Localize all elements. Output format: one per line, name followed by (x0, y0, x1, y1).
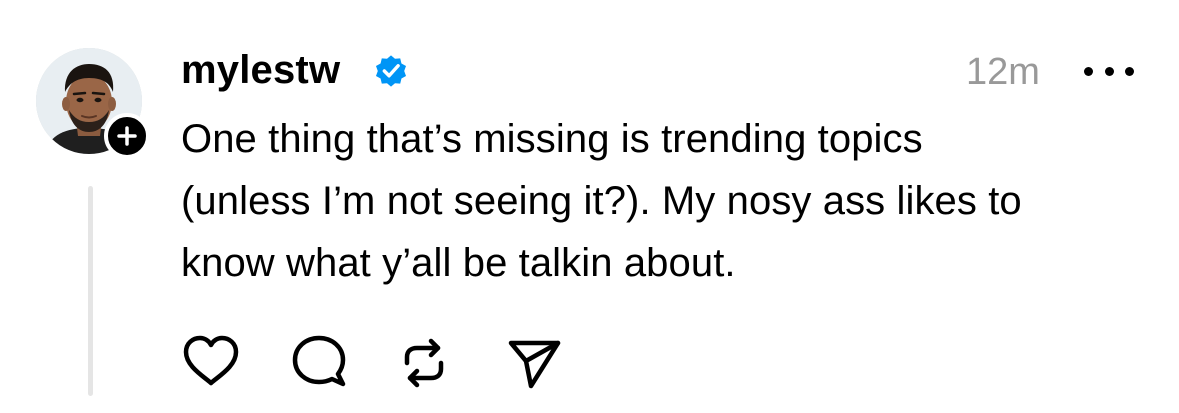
heart-icon (183, 335, 239, 386)
send-icon (508, 340, 561, 389)
timestamp: 12m (966, 51, 1040, 93)
post-text-line: (unless I’m not seeing it?). My nosy ass… (181, 179, 1022, 223)
thread-post: mylestw 12m One thing that’s missing is … (0, 0, 1179, 413)
repost-button[interactable] (394, 333, 454, 393)
reply-button[interactable] (289, 333, 349, 393)
verified-badge-icon (372, 52, 410, 90)
post-text-line: know what y’all be talkin about. (181, 241, 736, 285)
like-button[interactable] (181, 333, 241, 393)
share-button[interactable] (504, 333, 564, 393)
follow-button[interactable] (104, 113, 150, 159)
repost-icon (404, 338, 444, 388)
more-dots-icon (1104, 66, 1114, 76)
post-text-line: One thing that’s missing is trending top… (181, 117, 923, 161)
post-text: One thing that’s missing is trending top… (181, 108, 1161, 294)
username[interactable]: mylestw (181, 44, 340, 96)
more-dots-icon (1125, 66, 1134, 76)
more-options-button[interactable] (1084, 58, 1134, 84)
thread-line (88, 186, 93, 396)
plus-icon (117, 126, 137, 146)
more-dots-icon (1084, 66, 1093, 76)
speech-bubble-icon (292, 335, 346, 387)
